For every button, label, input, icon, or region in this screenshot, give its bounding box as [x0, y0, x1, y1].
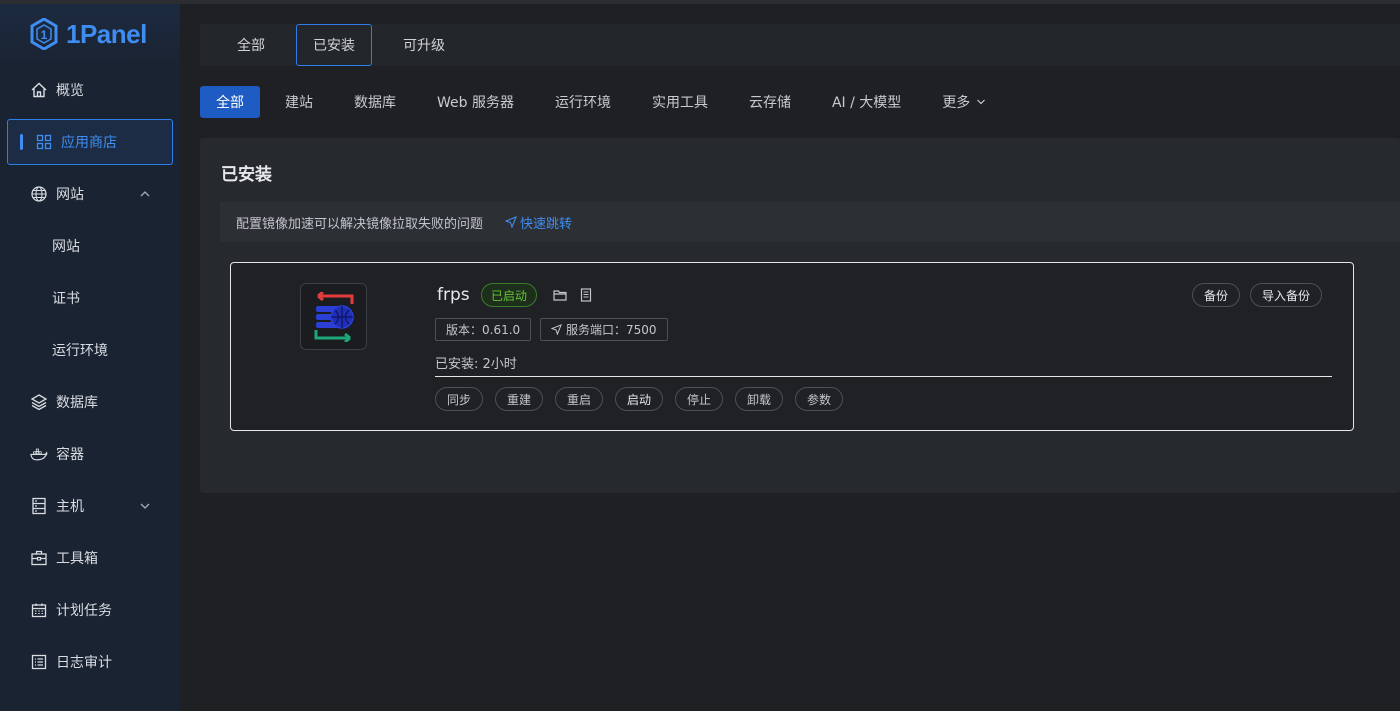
sidebar-nav: 概览 应用商店 网站 网站 证书 运行环境 数据库 容器 主机 工具箱 计划任务…	[0, 64, 180, 688]
tab-installed[interactable]: 已安装	[296, 24, 372, 66]
category-web-server[interactable]: Web 服务器	[421, 86, 530, 118]
tab-all[interactable]: 全部	[220, 24, 282, 66]
start-button[interactable]: 启动	[615, 387, 664, 411]
stop-button[interactable]: 停止	[675, 387, 724, 411]
restart-button[interactable]: 重启	[555, 387, 604, 411]
sidebar-item-label: 主机	[56, 499, 84, 515]
app-card: frps 已启动 备份 导入备份 版本：0.61.0 服务端口：7500 已安装…	[230, 262, 1354, 431]
chevron-up-icon	[140, 191, 150, 197]
category-more-label: 更多	[942, 95, 971, 111]
send-icon	[505, 216, 518, 228]
version-tag: 版本：0.61.0	[435, 318, 532, 341]
uninstall-button[interactable]: 卸载	[735, 387, 784, 411]
status-badge: 已启动	[481, 283, 538, 307]
sidebar-item-label: 概览	[56, 83, 84, 99]
docker-icon	[30, 445, 48, 463]
sidebar-item-label: 网站	[52, 239, 80, 255]
svg-text:1: 1	[41, 28, 48, 42]
folder-icon[interactable]	[553, 288, 567, 302]
port-label: 服务端口：7500	[566, 323, 657, 337]
category-bar: 全部 建站 数据库 Web 服务器 运行环境 实用工具 云存储 AI / 大模型…	[200, 86, 1400, 118]
sidebar-item-label: 计划任务	[56, 603, 112, 619]
sync-button[interactable]: 同步	[435, 387, 484, 411]
quick-jump-label: 快速跳转	[520, 216, 573, 232]
category-website[interactable]: 建站	[269, 86, 329, 118]
server-icon	[30, 497, 48, 515]
rebuild-button[interactable]: 重建	[495, 387, 544, 411]
sidebar-item-app-store[interactable]: 应用商店	[7, 119, 173, 165]
sidebar-item-cron[interactable]: 计划任务	[0, 584, 180, 636]
page-title: 已安装	[221, 165, 272, 185]
chevron-down-icon	[977, 99, 986, 105]
window-top-edge	[0, 0, 1400, 4]
sidebar-item-label: 应用商店	[61, 135, 117, 151]
tab-upgradable[interactable]: 可升级	[386, 24, 462, 66]
quick-jump-link[interactable]: 快速跳转	[505, 213, 572, 232]
sidebar-item-label: 容器	[56, 447, 84, 463]
category-cloud-storage[interactable]: 云存储	[733, 86, 807, 118]
sidebar-item-host[interactable]: 主机	[0, 480, 180, 532]
document-icon[interactable]	[579, 288, 593, 302]
log-icon	[30, 653, 48, 671]
sidebar-item-label: 日志审计	[56, 655, 112, 671]
brand-logo[interactable]: 1 1Panel	[30, 16, 147, 52]
toolbox-icon	[30, 549, 48, 567]
category-tools[interactable]: 实用工具	[636, 86, 724, 118]
sidebar-subitem-runtime[interactable]: 运行环境	[0, 324, 180, 376]
sidebar-item-toolbox[interactable]: 工具箱	[0, 532, 180, 584]
installed-time: 已安装: 2小时	[435, 357, 517, 372]
sidebar-item-label: 网站	[56, 187, 84, 203]
sidebar-item-website[interactable]: 网站	[0, 168, 180, 220]
sidebar-subitem-website[interactable]: 网站	[0, 220, 180, 272]
grid-icon	[35, 133, 53, 151]
send-icon	[551, 324, 562, 335]
sidebar-item-label: 运行环境	[52, 343, 108, 359]
chevron-down-icon	[140, 503, 150, 509]
frps-app-icon[interactable]	[300, 283, 367, 350]
notice-text: 配置镜像加速可以解决镜像拉取失败的问题	[236, 216, 484, 232]
backup-button[interactable]: 备份	[1192, 283, 1241, 307]
sidebar-item-container[interactable]: 容器	[0, 428, 180, 480]
sidebar-item-label: 证书	[52, 291, 80, 307]
1panel-logo-icon: 1	[30, 18, 58, 50]
version-label: 版本：0.61.0	[446, 323, 521, 337]
installed-panel: 已安装 配置镜像加速可以解决镜像拉取失败的问题 快速跳转 frps 已启动 备份…	[200, 138, 1400, 493]
category-all[interactable]: 全部	[200, 86, 260, 118]
sidebar-item-overview[interactable]: 概览	[0, 64, 180, 116]
main-content: 全部 已安装 可升级 全部 建站 数据库 Web 服务器 运行环境 实用工具 云…	[200, 24, 1400, 493]
import-backup-button[interactable]: 导入备份	[1250, 283, 1323, 307]
card-divider	[435, 376, 1332, 377]
sidebar-item-logs[interactable]: 日志审计	[0, 636, 180, 688]
sidebar-item-database[interactable]: 数据库	[0, 376, 180, 428]
layers-icon	[30, 393, 48, 411]
category-runtime[interactable]: 运行环境	[539, 86, 627, 118]
home-icon	[30, 81, 48, 99]
port-tag[interactable]: 服务端口：7500	[540, 318, 668, 341]
sidebar: 1 1Panel 概览 应用商店 网站 网站 证书 运行环境 数据库 容器 主机…	[0, 4, 180, 711]
sidebar-subitem-certificate[interactable]: 证书	[0, 272, 180, 324]
globe-icon	[30, 185, 48, 203]
app-name: frps	[437, 285, 470, 305]
params-button[interactable]: 参数	[795, 387, 844, 411]
category-more-dropdown[interactable]: 更多	[926, 86, 1002, 118]
category-database[interactable]: 数据库	[338, 86, 412, 118]
sidebar-item-label: 数据库	[56, 395, 98, 411]
mirror-notice: 配置镜像加速可以解决镜像拉取失败的问题 快速跳转	[220, 202, 1400, 242]
top-tab-bar: 全部 已安装 可升级	[200, 24, 1400, 66]
category-ai[interactable]: AI / 大模型	[816, 86, 917, 118]
sidebar-item-label: 工具箱	[56, 551, 98, 567]
calendar-icon	[30, 601, 48, 619]
brand-name: 1Panel	[66, 18, 147, 49]
